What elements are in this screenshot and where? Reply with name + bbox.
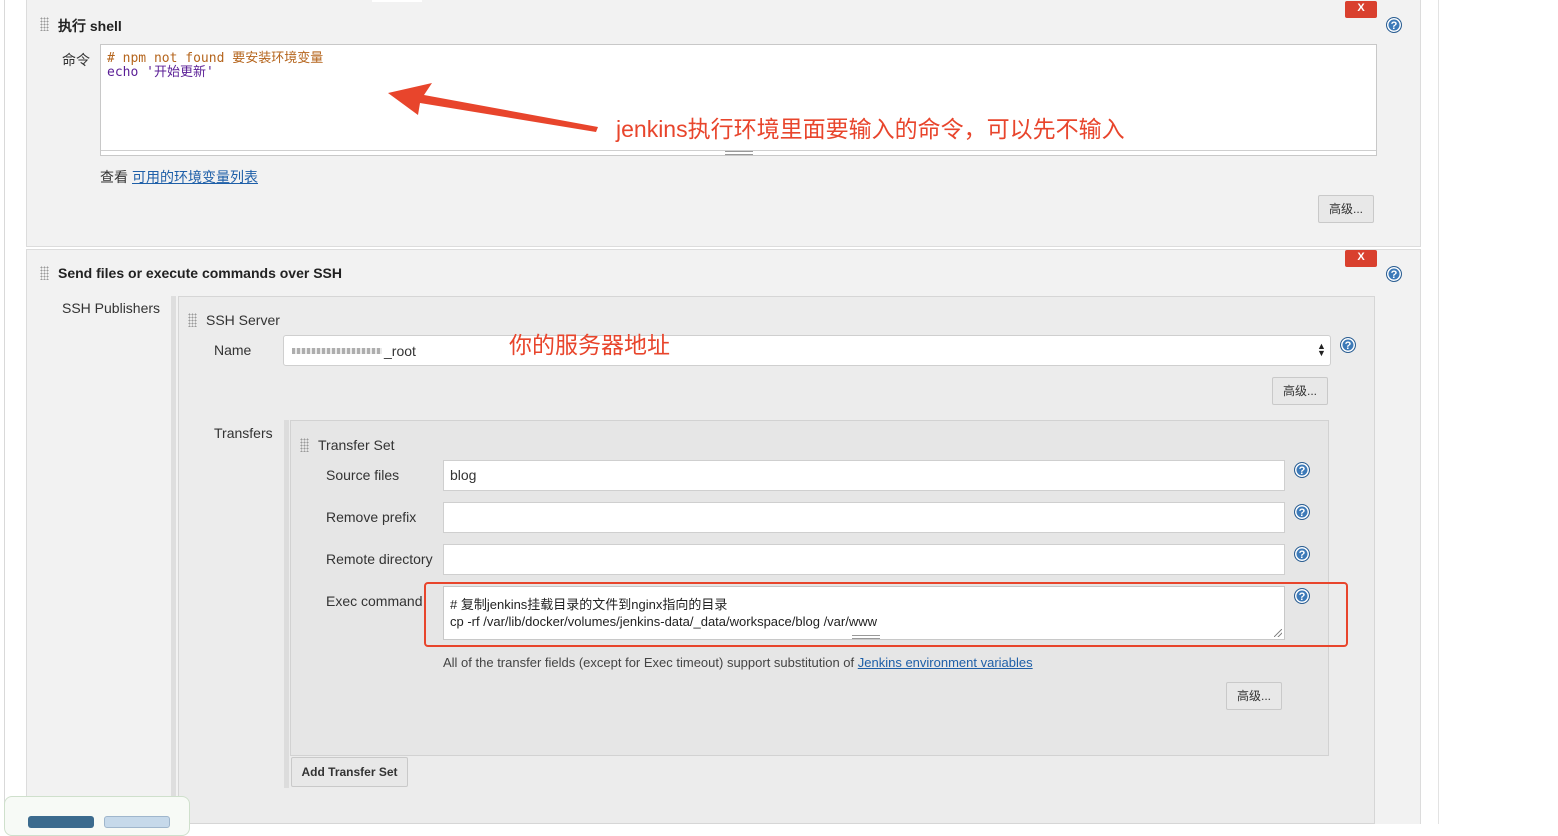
- source-files-label: Source files: [326, 467, 400, 483]
- drag-handle-icon[interactable]: [40, 17, 49, 31]
- exec-command-label: Exec command: [326, 593, 423, 609]
- help-icon[interactable]: ?: [1294, 546, 1310, 562]
- page-border-left: [4, 0, 5, 824]
- ssh-step-title: Send files or execute commands over SSH: [58, 265, 342, 281]
- ssh-publisher-rail: [171, 296, 176, 824]
- transfers-rail: [284, 420, 289, 788]
- transfer-advanced-button[interactable]: 高级...: [1226, 682, 1282, 710]
- server-annotation: 你的服务器地址: [509, 332, 670, 358]
- help-icon[interactable]: ?: [1386, 266, 1402, 282]
- shell-advanced-button[interactable]: 高级...: [1318, 195, 1374, 223]
- source-files-input[interactable]: blog: [443, 460, 1285, 491]
- transfers-label: Transfers: [214, 425, 273, 441]
- transfer-set-title: Transfer Set: [318, 437, 395, 453]
- help-icon[interactable]: ?: [1340, 337, 1356, 353]
- resize-handle-icon[interactable]: [725, 151, 753, 155]
- remote-directory-input[interactable]: [443, 544, 1285, 575]
- help-icon[interactable]: ?: [1294, 462, 1310, 478]
- command-line-echo: echo '开始更新': [107, 65, 214, 80]
- shell-step-title: 执行 shell: [58, 18, 122, 34]
- drag-handle-icon[interactable]: [300, 438, 309, 452]
- masked-server-address: [292, 348, 382, 354]
- ssh-publishers-label: SSH Publishers: [62, 300, 161, 316]
- delete-shell-step-button[interactable]: X: [1345, 1, 1377, 18]
- drag-handle-icon[interactable]: [40, 266, 49, 280]
- remove-prefix-input[interactable]: [443, 502, 1285, 533]
- delete-ssh-step-button[interactable]: X: [1345, 250, 1377, 267]
- remove-prefix-label: Remove prefix: [326, 509, 417, 525]
- exec-command-highlight: [424, 582, 1348, 647]
- remote-directory-label: Remote directory: [326, 551, 433, 567]
- server-name-value: _root: [384, 343, 416, 359]
- see-text: 查看: [100, 169, 128, 185]
- server-name-select[interactable]: _root ▲ ▼: [283, 335, 1331, 366]
- transfer-help-text: All of the transfer fields (except for E…: [443, 655, 1033, 670]
- add-transfer-set-button[interactable]: Add Transfer Set: [291, 757, 408, 787]
- ssh-server-title: SSH Server: [206, 312, 280, 328]
- tab-notch: [372, 0, 422, 2]
- jenkins-env-variables-link[interactable]: Jenkins environment variables: [858, 655, 1033, 670]
- page-border-right: [1438, 0, 1439, 824]
- help-icon[interactable]: ?: [1386, 17, 1402, 33]
- transfer-help-text-body: All of the transfer fields (except for E…: [443, 655, 855, 670]
- source-files-value: blog: [450, 467, 477, 483]
- select-arrows-icon: ▲ ▼: [1317, 341, 1326, 358]
- command-label: 命令: [62, 52, 90, 68]
- command-annotation: jenkins执行环境里面要输入的命令，可以先不输入: [616, 116, 1125, 142]
- help-icon[interactable]: ?: [1294, 504, 1310, 520]
- name-label: Name: [214, 342, 252, 358]
- apply-button[interactable]: [104, 816, 170, 828]
- drag-handle-icon[interactable]: [188, 313, 197, 327]
- save-button[interactable]: [28, 816, 94, 828]
- env-variables-link[interactable]: 可用的环境变量列表: [132, 167, 258, 187]
- server-advanced-button[interactable]: 高级...: [1272, 377, 1328, 405]
- command-line-comment: # npm not found 要安装环境变量: [107, 51, 324, 66]
- annotation-arrow: [388, 83, 598, 132]
